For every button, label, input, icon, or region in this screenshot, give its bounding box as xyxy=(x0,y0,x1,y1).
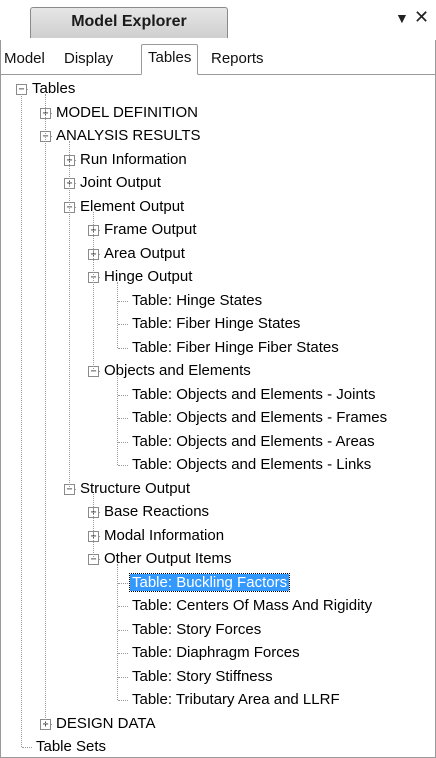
tree-connector xyxy=(118,300,128,302)
tree-connector xyxy=(118,347,128,349)
tree-item[interactable]: Table: Story Forces xyxy=(130,618,263,641)
tree-item-label: Table: Objects and Elements - Links xyxy=(132,456,372,473)
tree-guide-line xyxy=(69,141,70,489)
tree-item[interactable]: Base Reactions xyxy=(102,500,211,523)
tree-connector xyxy=(118,700,128,701)
tree-item[interactable]: Table: Objects and Elements - Joints xyxy=(130,383,377,406)
tree-item[interactable]: Table: Objects and Elements - Areas xyxy=(130,430,377,453)
tree-item[interactable]: Table: Tributary Area and LLRF xyxy=(130,688,342,711)
tree-item-label: Run Information xyxy=(80,150,187,168)
tree-item[interactable]: Structure Output xyxy=(78,477,192,500)
tree-item-label: Other Output Items xyxy=(104,550,232,567)
tree-guide-line xyxy=(117,282,118,348)
tree-item-label: Hinge Output xyxy=(104,268,193,285)
tree-connector xyxy=(118,582,128,584)
tree-item[interactable]: Objects and Elements xyxy=(102,359,253,382)
tree-item-label: ANALYSIS RESULTS xyxy=(56,127,201,144)
tree-item[interactable]: Table: Centers Of Mass And Rigidity xyxy=(130,594,374,617)
tree-item-label: Modal Information xyxy=(104,526,225,544)
panel-title-bar: Model Explorer ▼ ✕ xyxy=(0,0,436,40)
tab-bar: Model Display Tables Reports xyxy=(0,40,436,75)
tree-item[interactable]: Other Output Items xyxy=(102,547,234,570)
tree-guide-line xyxy=(117,564,118,700)
tree-connector xyxy=(118,324,128,325)
tree-item[interactable]: Tables xyxy=(30,77,77,100)
tree-item-label: Table: Hinge States xyxy=(132,291,263,309)
tree-item[interactable]: Table: Objects and Elements - Links xyxy=(130,453,373,476)
tree-item[interactable]: Table Sets xyxy=(34,735,108,758)
tree-item[interactable]: MODEL DEFINITION xyxy=(54,101,200,124)
tree-item-label: Table: Fiber Hinge Fiber States xyxy=(132,338,339,356)
tree-connector xyxy=(118,676,128,678)
tree-connector xyxy=(22,747,32,748)
tree-item[interactable]: Table: Diaphragm Forces xyxy=(130,641,302,664)
tree-item[interactable]: Table: Story Stiffness xyxy=(130,665,275,688)
tree-guide-line xyxy=(21,94,22,747)
tree-item[interactable]: ANALYSIS RESULTS xyxy=(54,124,203,147)
tree-item-label: Table: Buckling Factors xyxy=(128,572,291,592)
tree-guide-line xyxy=(93,493,94,559)
tree-connector xyxy=(118,606,128,607)
triangle-down-icon[interactable]: ▼ xyxy=(395,10,409,26)
tree-item-label: Element Output xyxy=(80,197,185,215)
tree-item[interactable]: Frame Output xyxy=(102,218,199,241)
tree-item[interactable]: Table: Objects and Elements - Frames xyxy=(130,406,389,429)
tree-item-label: Table: Story Forces xyxy=(132,620,262,638)
tree-item-label: Base Reactions xyxy=(104,503,210,520)
tree-item-label: Table: Story Stiffness xyxy=(132,667,273,685)
tab-model[interactable]: Model xyxy=(4,50,45,67)
tree-item-label: Frame Output xyxy=(104,221,197,238)
tree-item-label: DESIGN DATA xyxy=(56,714,156,732)
close-icon[interactable]: ✕ xyxy=(414,7,429,28)
tree-connector xyxy=(118,629,128,631)
tree-item-label: Table: Objects and Elements - Joints xyxy=(132,385,376,403)
tree-guide-line xyxy=(45,94,46,724)
tree-guide-line xyxy=(93,211,94,371)
tables-tree: − Tables + MODEL DEFINITION − ANALYSIS RESULT… xyxy=(0,75,436,758)
tree-item[interactable]: Table: Buckling Factors xyxy=(128,571,291,594)
tree-item-label: Objects and Elements xyxy=(104,362,251,379)
panel-title: Model Explorer xyxy=(71,13,187,30)
tree-item-label: Table: Tributary Area and LLRF xyxy=(132,691,340,708)
tree-connector xyxy=(118,653,128,654)
tree-item[interactable]: Area Output xyxy=(102,242,187,265)
tree-item-label: Table: Diaphragm Forces xyxy=(132,644,300,661)
tree-item-label: Structure Output xyxy=(80,479,191,497)
tree-item-label: Tables xyxy=(32,80,76,97)
tree-item[interactable]: Table: Fiber Hinge States xyxy=(130,312,302,335)
tree-connector xyxy=(118,418,128,419)
tree-item[interactable]: Element Output xyxy=(78,195,186,218)
tree-item-label: Joint Output xyxy=(80,174,161,191)
tree-item-label: Table: Objects and Elements - Areas xyxy=(132,432,375,450)
tab-tables[interactable]: Tables xyxy=(141,44,199,75)
tree-connector xyxy=(118,465,128,466)
tree-connector xyxy=(118,394,128,396)
tree-item-label: Table: Fiber Hinge States xyxy=(132,315,301,332)
tree-item[interactable]: Table: Hinge States xyxy=(130,289,264,312)
tree-item[interactable]: Hinge Output xyxy=(102,265,194,288)
tab-reports[interactable]: Reports xyxy=(211,50,264,67)
tree-item-label: Table Sets xyxy=(36,738,107,755)
tree-item[interactable]: DESIGN DATA xyxy=(54,712,157,735)
tree-guide-line xyxy=(117,376,118,465)
tree-item-label: Table: Centers Of Mass And Rigidity xyxy=(132,597,373,614)
tree-item[interactable]: Table: Fiber Hinge Fiber States xyxy=(130,336,341,359)
tree-item-label: Table: Objects and Elements - Frames xyxy=(132,409,388,426)
tree-item-label: Area Output xyxy=(104,244,185,262)
tree-connector xyxy=(118,441,128,443)
tab-display[interactable]: Display xyxy=(64,50,113,67)
tree-item[interactable]: Run Information xyxy=(78,148,189,171)
tree-item-label: MODEL DEFINITION xyxy=(56,103,198,121)
tree-item[interactable]: Joint Output xyxy=(78,171,163,194)
tree-item[interactable]: Modal Information xyxy=(102,524,226,547)
panel-title-tab[interactable]: Model Explorer xyxy=(30,7,228,38)
